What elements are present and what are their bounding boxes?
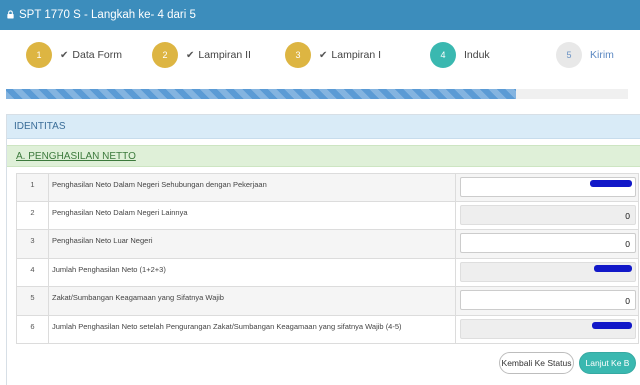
check-icon: ✔: [186, 49, 195, 61]
back-to-status-button[interactable]: Kembali Ke Status: [499, 352, 574, 374]
step-label: Lampiran II: [198, 49, 251, 61]
wizard-steps: 1 ✔ Data Form 2 ✔ Lampiran II 3 ✔ Lampir…: [0, 38, 640, 72]
row-label: Penghasilan Neto Dalam Negeri Sehubungan…: [49, 174, 456, 201]
redaction-mark: [594, 264, 632, 272]
table-row: 4 Jumlah Penghasilan Neto (1+2+3): [16, 258, 639, 287]
row-number: 4: [17, 258, 49, 286]
row-label: Penghasilan Neto Dalam Negeri Lainnya: [49, 201, 456, 229]
check-icon: ✔: [319, 49, 328, 61]
row-label: Penghasilan Neto Luar Negeri: [49, 230, 456, 258]
step-number-badge: 2: [152, 42, 178, 68]
panel-title: IDENTITAS: [7, 115, 640, 139]
step-number-badge: 5: [556, 42, 582, 68]
row-number: 6: [17, 315, 49, 343]
step-kirim[interactable]: 5 Kirim: [556, 40, 614, 70]
row-number: 1: [17, 174, 49, 201]
step-induk[interactable]: 4 Induk: [430, 40, 490, 70]
step-lampiran-i[interactable]: 3 ✔ Lampiran I: [285, 40, 381, 70]
row-label: Jumlah Penghasilan Neto (1+2+3): [49, 258, 456, 286]
progress-bar: [6, 89, 628, 99]
step-data-form[interactable]: 1 ✔ Data Form: [26, 40, 122, 70]
progress-bar-fill: [6, 89, 517, 99]
step-number-badge: 4: [430, 42, 456, 68]
check-icon: ✔: [60, 49, 69, 61]
neto-luar-negeri-field[interactable]: 0: [460, 233, 636, 253]
section-header[interactable]: A. PENGHASILAN NETTO: [7, 145, 640, 167]
step-label: Lampiran I: [331, 49, 381, 61]
redaction-mark: [592, 321, 632, 329]
income-table: 1 Penghasilan Neto Dalam Negeri Sehubung…: [16, 173, 639, 344]
zakat-field[interactable]: 0: [460, 290, 636, 310]
step-label: Data Form: [72, 49, 122, 61]
window-title: SPT 1770 S - Langkah ke- 4 dari 5: [19, 9, 196, 21]
step-label: Kirim: [590, 49, 614, 61]
section-title-link[interactable]: A. PENGHASILAN NETTO: [16, 151, 136, 162]
table-row: 2 Penghasilan Neto Dalam Negeri Lainnya …: [16, 201, 639, 230]
table-row: 1 Penghasilan Neto Dalam Negeri Sehubung…: [16, 173, 639, 202]
row-number: 2: [17, 201, 49, 229]
neto-dalam-negeri-lainnya-field: 0: [460, 204, 636, 225]
table-row: 6 Jumlah Penghasilan Neto setelah Pengur…: [16, 315, 639, 344]
row-label: Zakat/Sumbangan Keagamaan yang Sifatnya …: [49, 287, 456, 315]
table-row: 3 Penghasilan Neto Luar Negeri 0: [16, 230, 639, 259]
identitas-panel: IDENTITAS A. PENGHASILAN NETTO 1 Penghas…: [6, 114, 640, 385]
step-lampiran-ii[interactable]: 2 ✔ Lampiran II: [152, 40, 251, 70]
step-number-badge: 3: [285, 42, 311, 68]
window-title-bar: SPT 1770 S - Langkah ke- 4 dari 5: [0, 0, 640, 30]
step-number-badge: 1: [26, 42, 52, 68]
step-label: Induk: [464, 49, 490, 61]
row-number: 3: [17, 230, 49, 258]
redaction-mark: [590, 180, 632, 187]
lock-icon: [7, 9, 14, 19]
table-row: 5 Zakat/Sumbangan Keagamaan yang Sifatny…: [16, 287, 639, 316]
next-button[interactable]: Lanjut Ke B: [579, 352, 636, 374]
row-label: Jumlah Penghasilan Neto setelah Penguran…: [49, 315, 456, 343]
row-number: 5: [17, 287, 49, 315]
footer-actions: Kembali Ke Status Lanjut Ke B: [0, 352, 640, 376]
